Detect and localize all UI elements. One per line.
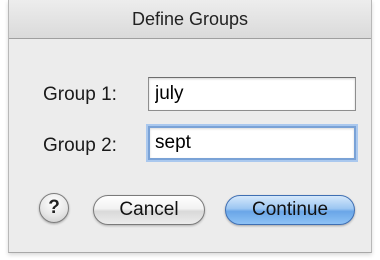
- help-icon: ?: [48, 197, 60, 218]
- group-1-label: Group 1:: [43, 84, 117, 105]
- continue-button[interactable]: Continue: [225, 195, 355, 225]
- cancel-button-label: Cancel: [119, 199, 179, 220]
- dialog-title: Define Groups: [131, 9, 249, 29]
- dialog-titlebar[interactable]: Define Groups: [9, 0, 371, 39]
- define-groups-dialog: Define Groups Group 1: Group 2: ? Cancel…: [8, 0, 372, 253]
- group-2-label: Group 2:: [43, 135, 117, 156]
- cancel-button[interactable]: Cancel: [93, 195, 205, 225]
- group-1-field[interactable]: [148, 77, 356, 111]
- group-2-field[interactable]: [148, 126, 356, 160]
- continue-button-label: Continue: [251, 199, 329, 220]
- help-button[interactable]: ?: [39, 193, 69, 223]
